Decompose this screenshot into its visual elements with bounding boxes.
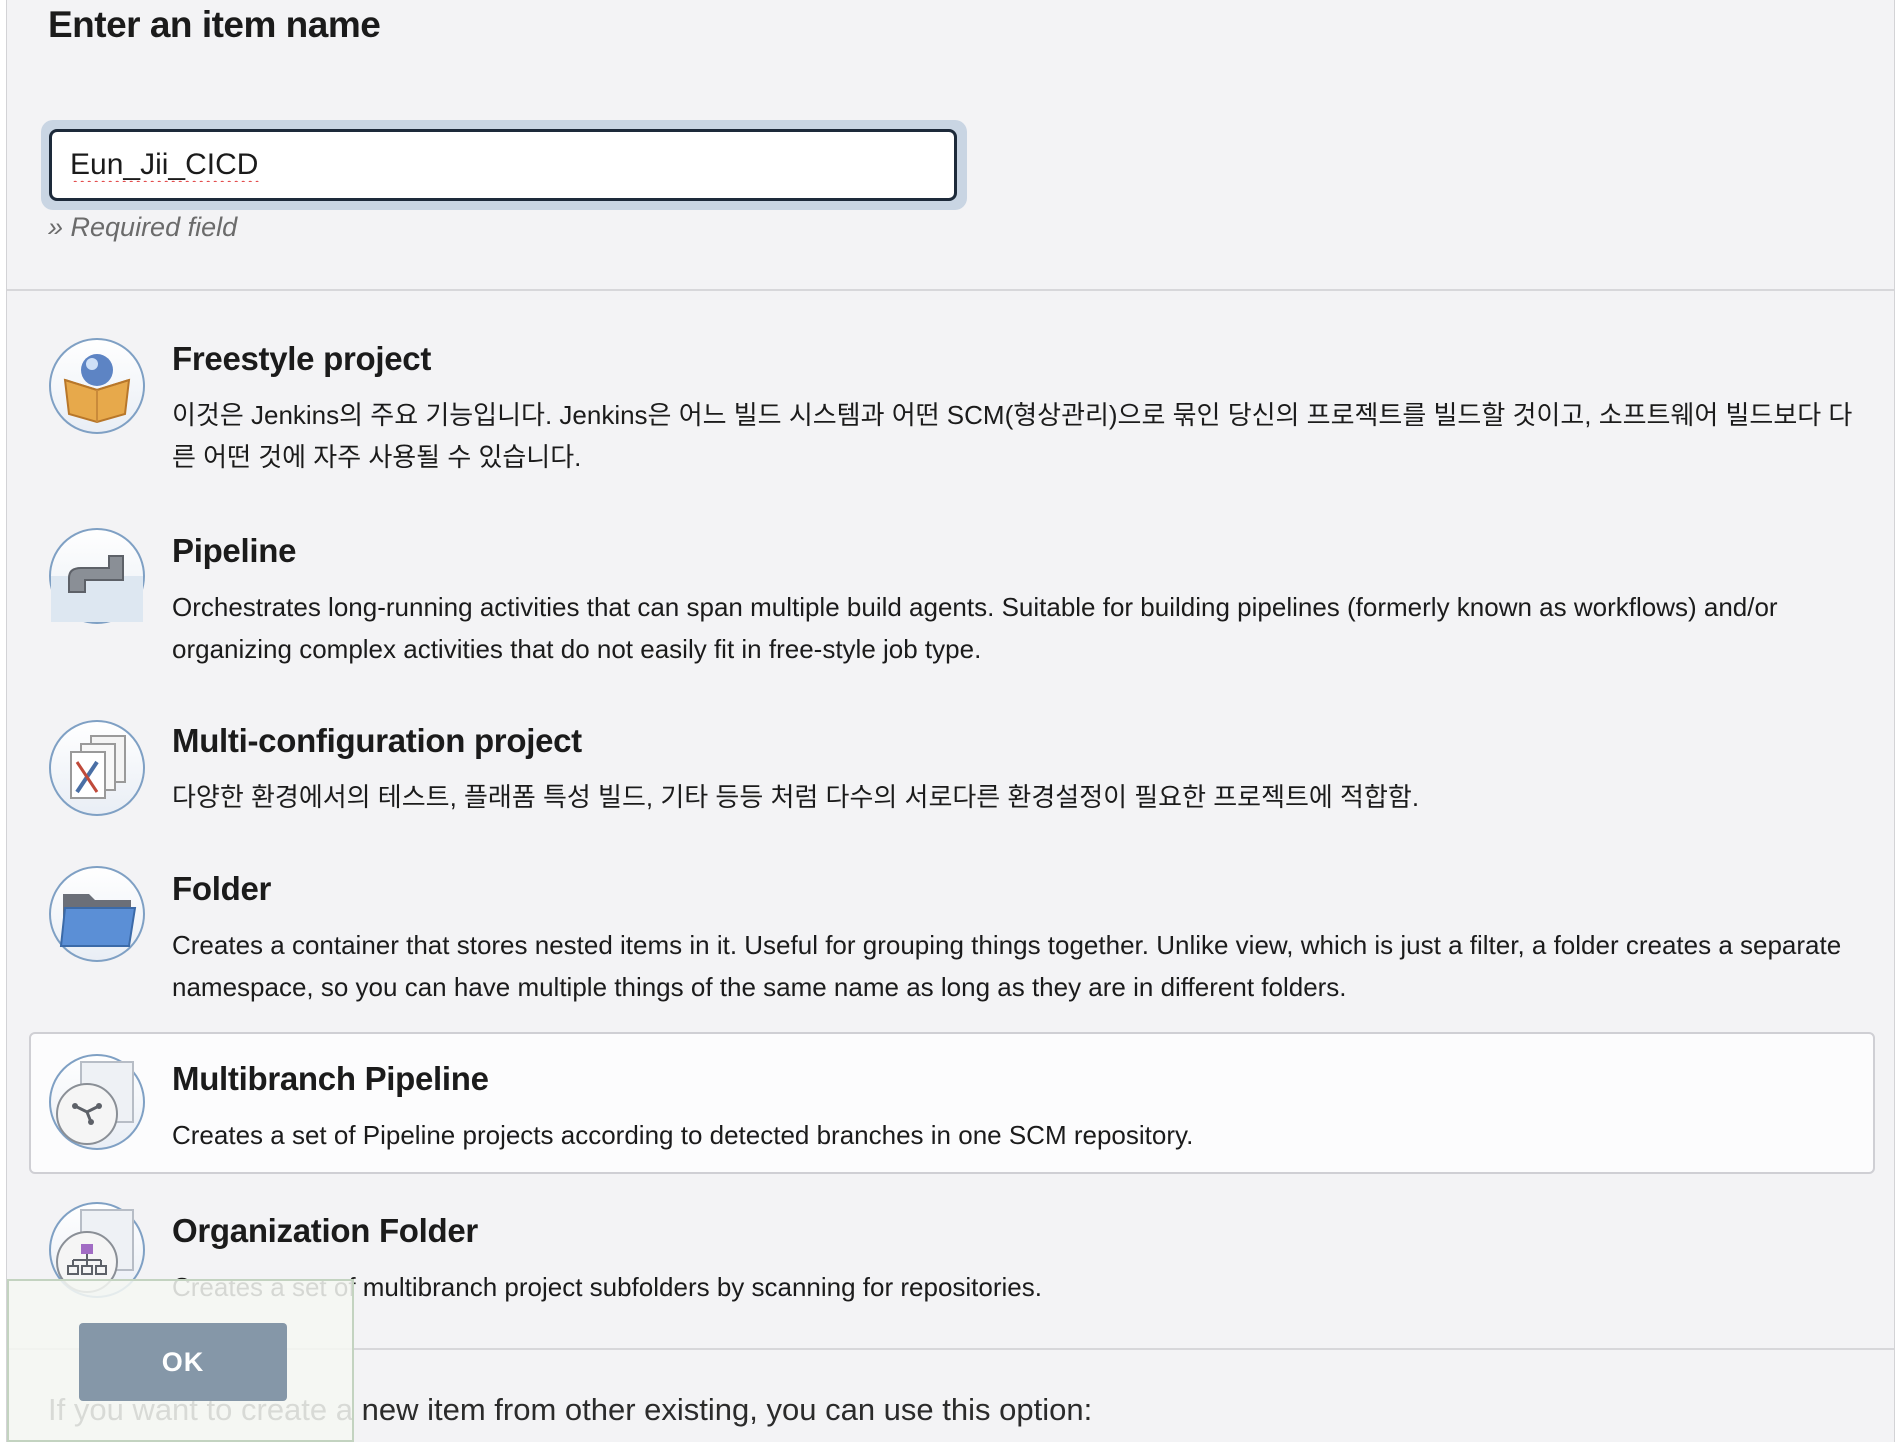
item-name: Folder [172,870,272,907]
item-type-folder[interactable]: Folder Creates a container that stores n… [29,858,1875,1028]
item-description: Creates a set of multibranch project sub… [172,1272,1042,1302]
freestyle-box-icon [49,338,145,434]
ok-button-bar: OK [7,1279,354,1442]
item-type-freestyle[interactable]: Freestyle project 이것은 Jenkins의 주요 기능입니다.… [29,328,1875,498]
new-item-page: Enter an item name » Required field Free… [6,0,1895,1442]
multi-config-icon [49,720,145,816]
item-name-section: Enter an item name » Required field [7,0,1894,291]
item-type-multibranch-pipeline[interactable]: Multibranch Pipeline Creates a set of Pi… [29,1032,1875,1174]
folder-icon [49,866,145,962]
item-description: 이것은 Jenkins의 주요 기능입니다. Jenkins은 어느 빌드 시스… [172,400,1853,472]
ok-button[interactable]: OK [79,1323,287,1401]
item-name: Pipeline [172,532,297,569]
required-field-note: » Required field [48,212,238,242]
item-name: Freestyle project [172,340,432,377]
pipe-icon [49,528,145,624]
item-type-pipeline[interactable]: Pipeline Orchestrates long-running activ… [29,520,1875,690]
item-description: Orchestrates long-running activities tha… [172,592,1778,664]
item-description: 다양한 환경에서의 테스트, 플래폼 특성 빌드, 기타 등등 처럼 다수의 서… [172,782,1420,812]
item-type-multi-configuration[interactable]: Multi-configuration project 다양한 환경에서의 테스… [29,710,1875,850]
multibranch-icon [49,1054,145,1150]
item-description: Creates a set of Pipeline projects accor… [172,1120,1194,1150]
item-name: Multibranch Pipeline [172,1060,489,1097]
item-name-input[interactable] [49,129,957,201]
item-description: Creates a container that stores nested i… [172,930,1842,1002]
item-name: Multi-configuration project [172,722,582,759]
item-name: Organization Folder [172,1212,478,1249]
page-title: Enter an item name [48,4,381,45]
